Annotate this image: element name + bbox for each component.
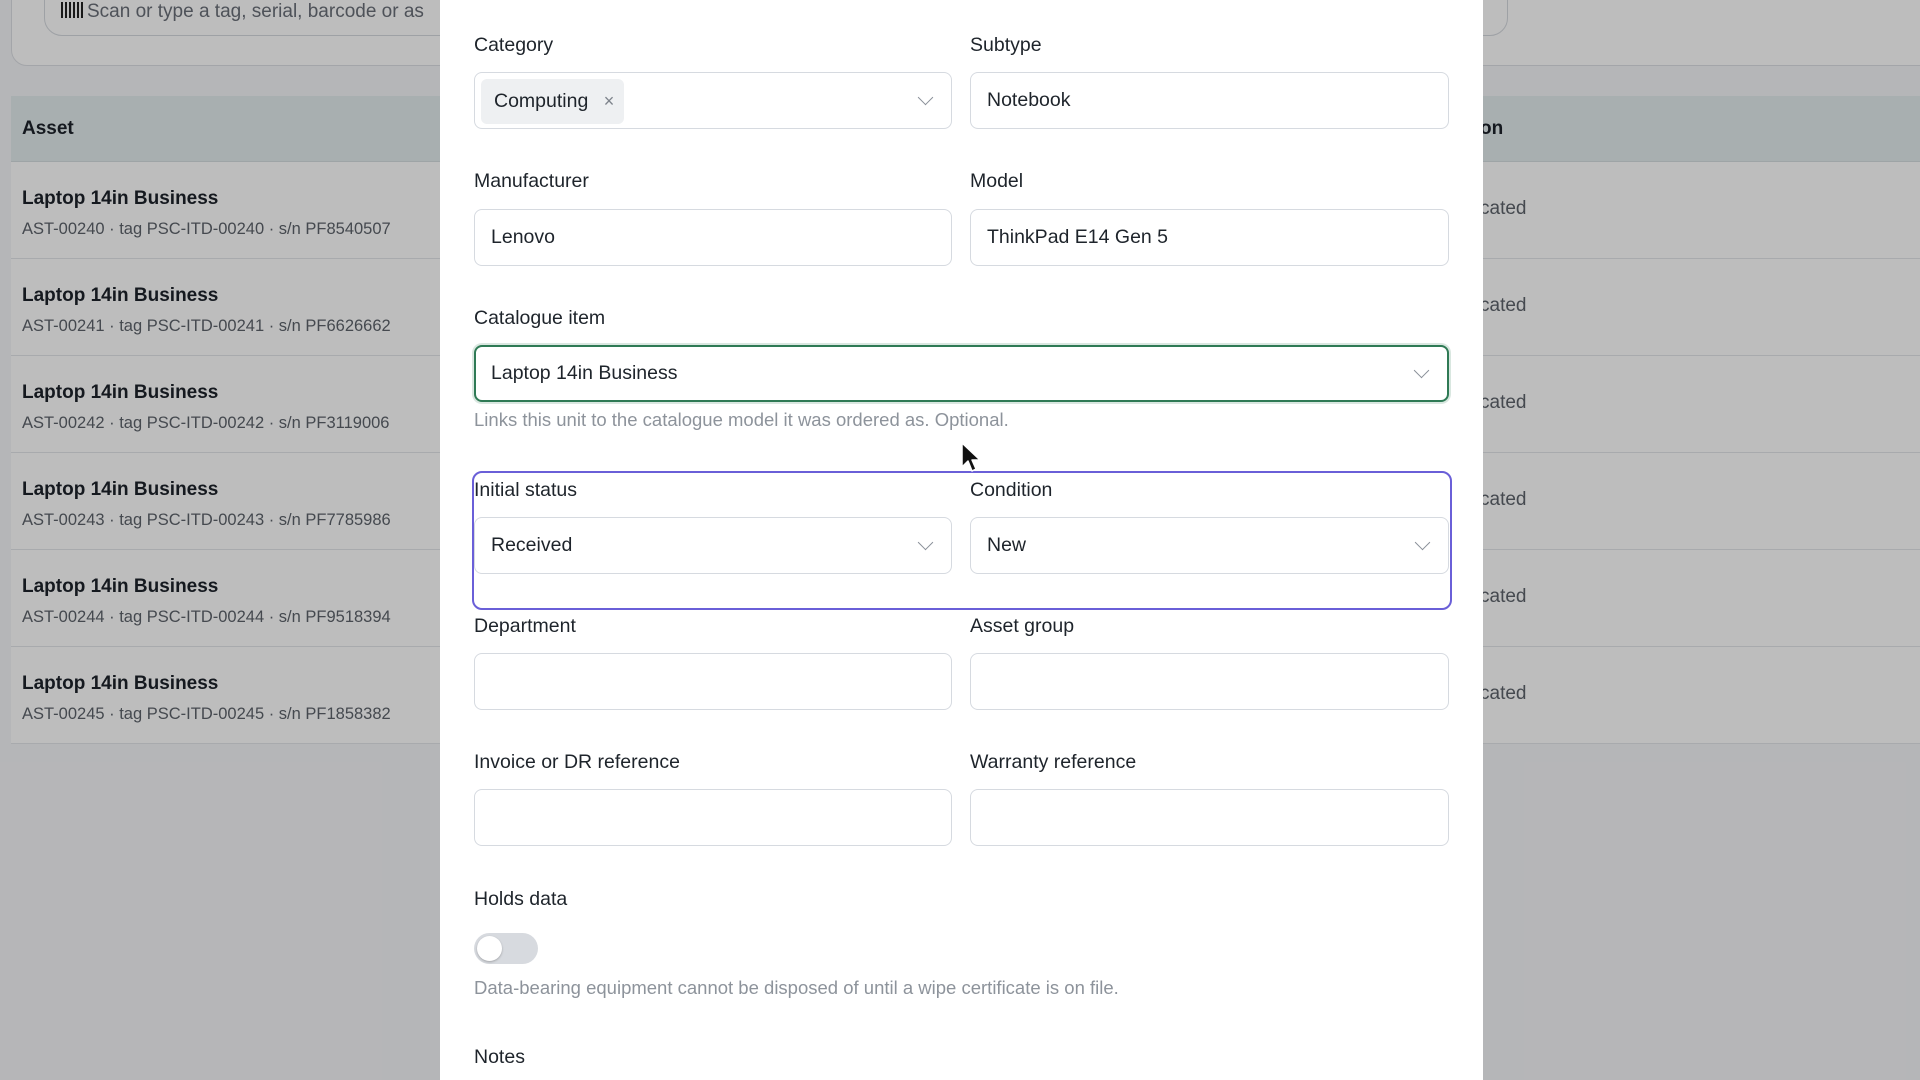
model-value: ThinkPad E14 Gen 5: [987, 226, 1169, 248]
department-input[interactable]: [474, 653, 952, 710]
invoice-reference-input[interactable]: [474, 789, 952, 846]
catalogue-item-label: Catalogue item: [474, 307, 606, 329]
holds-data-toggle[interactable]: [474, 933, 538, 964]
category-select[interactable]: Computing ×: [474, 72, 952, 129]
manufacturer-label: Manufacturer: [474, 170, 589, 192]
asset-group-input[interactable]: [970, 653, 1449, 710]
invoice-reference-label: Invoice or DR reference: [474, 751, 680, 773]
mouse-cursor-icon: [961, 442, 981, 472]
warranty-reference-input[interactable]: [970, 789, 1449, 846]
manufacturer-value: Lenovo: [491, 226, 555, 248]
model-input[interactable]: ThinkPad E14 Gen 5: [970, 209, 1449, 266]
manufacturer-input[interactable]: Lenovo: [474, 209, 952, 266]
chevron-down-icon: [917, 89, 934, 106]
subtype-input[interactable]: Notebook: [970, 72, 1449, 129]
holds-data-help: Data-bearing equipment cannot be dispose…: [474, 977, 1119, 998]
chevron-down-icon: [1413, 362, 1430, 379]
warranty-reference-label: Warranty reference: [970, 751, 1137, 773]
toggle-knob: [477, 936, 502, 961]
asset-group-label: Asset group: [970, 615, 1075, 637]
chip-remove-icon[interactable]: ×: [604, 79, 615, 124]
holds-data-label: Holds data: [474, 888, 568, 910]
category-chip: Computing ×: [481, 79, 625, 124]
focus-highlight: [472, 471, 1452, 610]
subtype-value: Notebook: [987, 89, 1071, 111]
category-label: Category: [474, 34, 554, 56]
subtype-label: Subtype: [970, 34, 1042, 56]
department-label: Department: [474, 615, 576, 637]
catalogue-item-select[interactable]: Laptop 14in Business: [474, 345, 1449, 402]
model-label: Model: [970, 170, 1024, 192]
category-chip-label: Computing: [494, 90, 589, 112]
catalogue-item-value: Laptop 14in Business: [491, 362, 678, 384]
notes-label: Notes: [474, 1046, 525, 1068]
catalogue-item-help: Links this unit to the catalogue model i…: [474, 409, 1009, 430]
